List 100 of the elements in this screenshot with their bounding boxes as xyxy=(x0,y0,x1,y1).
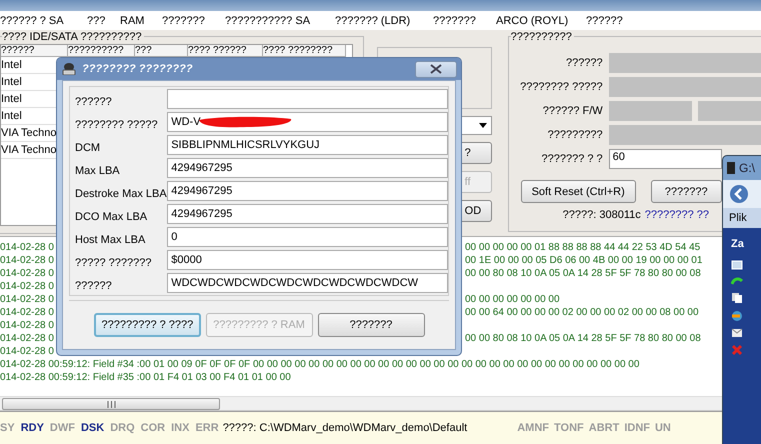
text-field[interactable]: SIBBLIPNMLHICSRLVYKGUJ xyxy=(167,135,448,155)
field-label: Host Max LBA xyxy=(74,234,146,246)
input-field[interactable]: 60 xyxy=(608,149,722,169)
log-text: 00 00 80 08 10 0A 05 0A 14 28 5F 5F 78 80 80 00 08 xyxy=(465,267,701,280)
group-title: ?????????? xyxy=(510,31,574,43)
menu-item[interactable]: ?????? ? SA xyxy=(0,14,87,26)
log-text: 014-02-28 0 xyxy=(0,346,54,357)
error-label: AMNF xyxy=(517,422,549,434)
status-label: COR xyxy=(140,422,166,434)
text-field[interactable]: WD-V xyxy=(167,112,448,132)
text-field[interactable]: 4294967295 xyxy=(167,158,448,178)
column-header[interactable]: ???? ?????? xyxy=(188,45,263,57)
button[interactable]: ????????? ? ???? xyxy=(94,313,200,337)
text-field[interactable]: WDCWDCWDCWDCWDCWDCWDCWDCWDCW xyxy=(167,273,448,293)
error-label: UN xyxy=(654,422,671,434)
field-label: ?????? xyxy=(74,96,113,108)
menu-item[interactable]: RAM xyxy=(120,14,162,26)
field-label: ????? ??????? xyxy=(74,257,152,269)
log-text: 00 00 64 00 00 00 00 02 00 00 00 02 00 00 08 00 00 xyxy=(465,306,699,319)
scrollbar[interactable] xyxy=(0,396,722,411)
log-text: 014-02-28 0 xyxy=(0,294,54,305)
close-button[interactable] xyxy=(415,60,457,78)
log-text: 014-02-28 0 xyxy=(0,333,54,344)
field-label: ??????? ? ? xyxy=(540,153,603,165)
field-label: Max LBA xyxy=(74,165,121,177)
column-header[interactable]: ???? ???????? xyxy=(263,45,346,57)
log-text: 014-02-28 0 xyxy=(0,307,54,318)
button[interactable]: ??????? xyxy=(650,180,722,203)
readonly-field xyxy=(698,101,761,121)
scroll-thumb[interactable] xyxy=(2,398,220,410)
status-label: DSK xyxy=(80,422,104,434)
table-cell: Intel xyxy=(1,59,22,71)
status-label: INX xyxy=(171,422,190,434)
log-text: 014-02-28 0 xyxy=(0,281,54,292)
text-field[interactable] xyxy=(167,89,448,109)
text-field[interactable]: 4294967295 xyxy=(167,204,448,224)
log-text: 00 1E 00 00 00 05 D6 06 00 4B 00 00 19 00 00 00 01 xyxy=(465,254,702,267)
table-cell: Intel xyxy=(1,76,22,88)
table-cell: VIA Techno xyxy=(1,144,56,156)
field-label: ?????? F/W xyxy=(542,105,603,117)
text-field[interactable]: 0 xyxy=(167,227,448,247)
log-text: 014-02-28 00:59:12: Field #35 :00 01 F4 01 03 00 F4 01 01 00 00 xyxy=(0,371,291,384)
status-label: ERR xyxy=(195,422,219,434)
group-title: ???? IDE/SATA ?????????? xyxy=(2,31,144,43)
status-label: RDY xyxy=(20,422,44,434)
globe-icon[interactable] xyxy=(731,310,743,322)
close-icon xyxy=(429,64,443,74)
back-icon[interactable] xyxy=(729,184,749,204)
table-cell: Intel xyxy=(1,110,22,122)
path-text: ?????: C:\WDMarv_demo\WDMarv_demo\Default xyxy=(222,422,468,434)
field-label: ???????? ????? xyxy=(519,81,603,93)
log-text: 014-02-28 0 xyxy=(0,268,54,279)
drive-icon xyxy=(62,63,76,75)
log-text: 014-02-28 00:59:12: Field #34 :00 01 00 09 0F 0F 0F 0F 00 00 00 00 00 00 00 00 00 00 00 00 00 00 00 00 00 00 00 00 00 00 00 00 00 00 00 00 xyxy=(0,358,640,371)
log-text: 014-02-28 0 xyxy=(0,320,54,331)
column-header[interactable]: ?????????? xyxy=(68,45,135,57)
status-label: SY xyxy=(0,422,15,434)
copy-icon[interactable] xyxy=(731,292,743,304)
section-title: Za xyxy=(731,238,744,250)
log-text: 014-02-28 0 xyxy=(0,242,54,253)
link[interactable]: ???????? ?? xyxy=(644,209,709,221)
version-text: ?????: 308011c xyxy=(562,209,641,221)
menu-item[interactable]: ??????? (LDR) xyxy=(335,14,433,26)
mail-icon[interactable] xyxy=(731,328,743,338)
error-label: IDNF xyxy=(624,422,650,434)
menu-item[interactable]: ??????????? SA xyxy=(225,14,335,26)
log-text: 00 00 00 00 00 01 88 88 88 88 44 44 22 53 4D 54 45 xyxy=(465,241,700,254)
menu-item[interactable]: ??????? xyxy=(162,14,225,26)
status-label: DWF xyxy=(50,422,75,434)
table-cell: VIA Techno xyxy=(1,127,56,139)
text-field[interactable]: $0000 xyxy=(167,250,448,270)
log-text: 014-02-28 0 xyxy=(0,255,54,266)
column-header[interactable]: ?????? xyxy=(1,45,68,57)
field-label: Destroke Max LBA xyxy=(74,188,168,200)
menu-item[interactable]: ARCO (ROYL) xyxy=(496,14,586,26)
grip-icon xyxy=(106,400,116,408)
field-label: DCO Max LBA xyxy=(74,211,148,223)
field-label: ???????? ????? xyxy=(74,119,159,131)
menu-item[interactable]: ??? xyxy=(87,14,120,26)
error-label: TONF xyxy=(554,422,584,434)
window-title: G:\ xyxy=(739,161,756,175)
field-label: ?????? xyxy=(564,57,603,69)
window-icon[interactable] xyxy=(731,260,743,270)
error-label: ABRT xyxy=(588,422,620,434)
window-icon xyxy=(727,162,735,174)
log-text: 00 00 00 00 00 00 00 xyxy=(465,293,560,306)
field-label: DCM xyxy=(74,142,102,154)
field-label: ????????? xyxy=(546,129,603,141)
button[interactable]: Soft Reset (Ctrl+R) xyxy=(520,180,636,203)
caret-icon xyxy=(478,123,487,128)
menu-item[interactable]: ??????? xyxy=(433,14,496,26)
text-field[interactable]: 4294967295 xyxy=(167,181,448,201)
column-header[interactable]: ??? xyxy=(135,45,188,57)
menu-item[interactable]: ?????? xyxy=(586,14,623,26)
status-label: DRQ xyxy=(110,422,135,434)
log-text: 00 00 80 08 10 0A 05 0A 14 28 5F 5F 78 80 80 00 08 xyxy=(465,332,701,345)
button[interactable]: ??????? xyxy=(318,313,424,337)
table-cell: Intel xyxy=(1,93,22,105)
field-label: ?????? xyxy=(74,280,113,292)
dialog-title: ???????? ???????? xyxy=(82,63,193,75)
